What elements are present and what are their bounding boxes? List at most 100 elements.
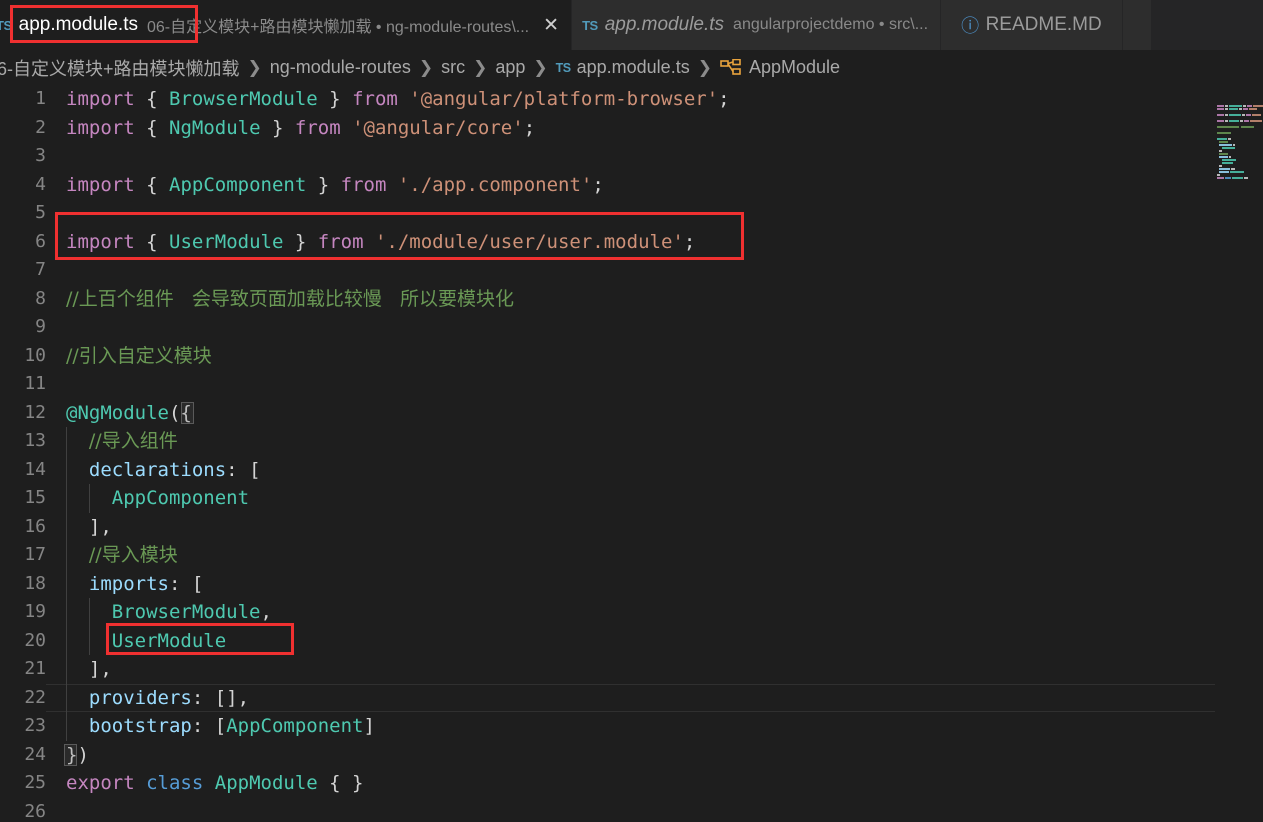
code-line[interactable]: providers: [],	[66, 684, 249, 713]
minimap-segment	[1247, 105, 1252, 107]
breadcrumb-item-folder-root[interactable]: 6-自定义模块+路由模块懒加载	[0, 55, 240, 81]
minimap-segment	[1229, 114, 1241, 116]
minimap-segment	[1230, 171, 1244, 173]
code-line[interactable]: //导入组件	[66, 427, 178, 456]
minimap-segment	[1219, 165, 1222, 167]
minimap-segment	[1243, 108, 1248, 110]
code-token: {	[146, 230, 158, 253]
code-line[interactable]: import { UserModule } from './module/use…	[66, 228, 695, 257]
breadcrumb-item-app[interactable]: app	[495, 57, 525, 78]
close-icon[interactable]: ✕	[543, 16, 559, 35]
tab-partial-next[interactable]	[1122, 0, 1152, 50]
code-line[interactable]: import { AppComponent } from './app.comp…	[66, 171, 604, 200]
code-line[interactable]: })	[66, 741, 89, 770]
tab-app-module-ts-active[interactable]: TS app.module.ts 06-自定义模块+路由模块懒加载 • ng-m…	[0, 0, 573, 50]
breadcrumb: 6-自定义模块+路由模块懒加载 ❯ ng-module-routes ❯ src…	[0, 50, 1263, 85]
code-editor[interactable]: 1 2 3 4 5 6 7 8 9 10 11 12 13 14 15 16 17 18 19 20 21 22 23 24 2…	[0, 85, 1263, 822]
code-line[interactable]: //引入自定义模块	[66, 342, 212, 371]
code-token: from	[317, 230, 364, 253]
minimap-segment	[1217, 138, 1227, 140]
code-token: }	[271, 116, 284, 139]
minimap-segment	[1252, 114, 1261, 116]
code-token: from	[352, 88, 398, 110]
code-token: {	[146, 173, 158, 196]
code-token: BrowserModule	[111, 601, 261, 623]
minimap-segment	[1217, 174, 1220, 176]
breadcrumb-item-ng-module-routes[interactable]: ng-module-routes	[270, 57, 411, 78]
minimap-segment	[1253, 105, 1263, 107]
code-token: imports	[88, 572, 169, 595]
code-token: ,	[260, 601, 272, 623]
minimap[interactable]	[1215, 85, 1263, 822]
code-line[interactable]: ],	[66, 655, 112, 684]
code-token: import	[66, 230, 135, 253]
breadcrumb-item-src[interactable]: src	[441, 57, 465, 78]
code-token: :	[226, 458, 250, 481]
minimap-segment	[1242, 114, 1245, 116]
code-token: [],	[214, 686, 250, 709]
tab-description: 06-自定义模块+路由模块懒加载 • ng-module-routes\...	[146, 19, 530, 36]
minimap-segment	[1229, 105, 1242, 107]
code-token: (	[168, 401, 181, 424]
tab-description: angularprojectdemo • src\...	[733, 16, 929, 33]
code-line[interactable]: ],	[66, 513, 112, 542]
code-token: './module/user/user.module'	[374, 230, 684, 253]
minimap-segment	[1246, 114, 1251, 116]
minimap-segment	[1244, 177, 1248, 179]
minimap-segment	[1222, 147, 1235, 149]
minimap-segment	[1222, 159, 1236, 161]
minimap-segment	[1225, 120, 1228, 122]
tab-readme-md[interactable]: ⓘ README.MD	[941, 0, 1123, 50]
breadcrumb-item-app-module-ts[interactable]: app.module.ts	[577, 57, 690, 78]
code-line[interactable]: declarations: [	[66, 456, 261, 485]
tab-app-module-ts-preview[interactable]: TS app.module.ts angularprojectdemo • sr…	[572, 0, 942, 50]
code-line[interactable]: imports: [	[66, 570, 203, 599]
code-token: import	[66, 116, 135, 139]
minimap-segment	[1217, 126, 1239, 128]
code-token: :	[191, 686, 215, 709]
code-line[interactable]: UserModule	[66, 627, 226, 656]
minimap-segment	[1222, 162, 1233, 164]
editor-tab-bar: TS app.module.ts 06-自定义模块+路由模块懒加载 • ng-m…	[0, 0, 1263, 50]
code-line[interactable]: bootstrap: [AppComponent]	[66, 712, 375, 741]
code-line[interactable]: BrowserModule,	[66, 598, 272, 627]
code-line[interactable]: AppComponent	[66, 484, 249, 513]
minimap-segment	[1225, 105, 1228, 107]
tab-label: app.module.ts	[604, 14, 725, 35]
code-token: providers	[88, 686, 192, 709]
code-token: //导入组件	[88, 430, 178, 452]
code-line[interactable]: export class AppModule { }	[66, 769, 363, 798]
code-content[interactable]: import { BrowserModule } from '@angular/…	[0, 85, 1263, 822]
minimap-segment	[1225, 177, 1231, 179]
code-line[interactable]: import { NgModule } from '@angular/core'…	[66, 114, 535, 143]
code-token: '@angular/core'	[352, 116, 524, 139]
code-line[interactable]: //上百个组件 会导致页面加载比较慢 所以要模块化	[66, 285, 514, 314]
code-token: AppComponent	[111, 487, 250, 509]
breadcrumb-item-appmodule-symbol[interactable]: AppModule	[749, 57, 840, 78]
code-line[interactable]: import { BrowserModule } from '@angular/…	[66, 85, 730, 114]
code-line[interactable]: //导入模块	[66, 541, 178, 570]
chevron-right-icon: ❯	[247, 57, 262, 78]
chevron-right-icon: ❯	[473, 57, 488, 78]
code-token: '@angular/platform-browser'	[409, 88, 719, 110]
minimap-segment	[1217, 105, 1224, 107]
minimap-segment	[1240, 120, 1243, 122]
code-token: from	[294, 116, 341, 139]
minimap-segment	[1229, 156, 1231, 158]
code-line[interactable]: @NgModule({	[66, 399, 192, 428]
